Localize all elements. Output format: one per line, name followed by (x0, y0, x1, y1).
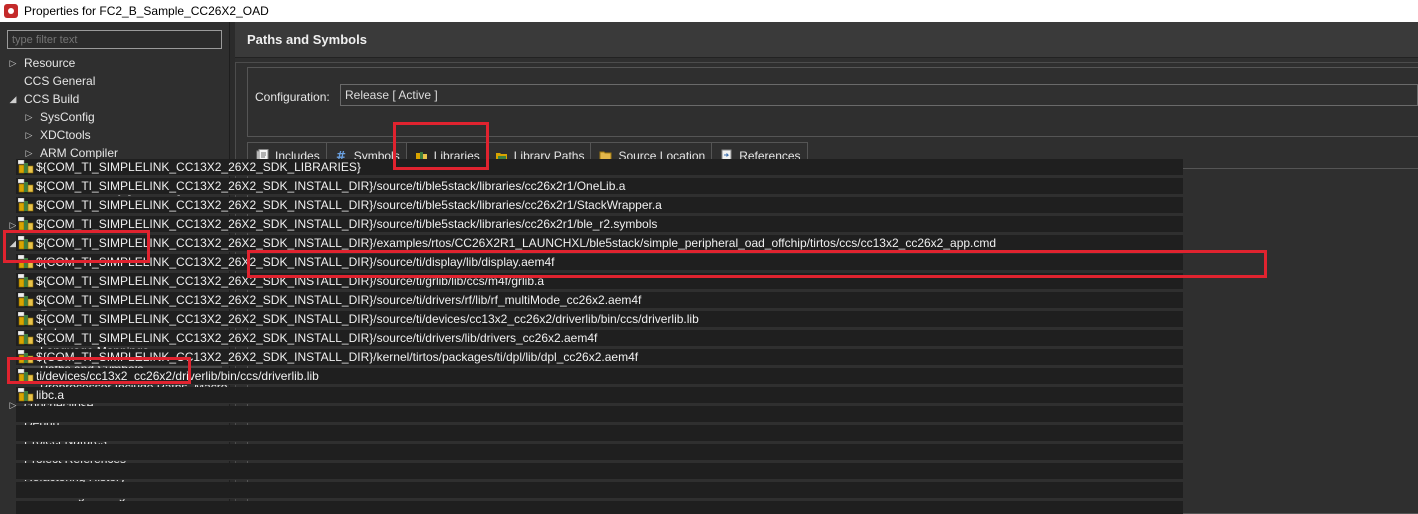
library-path: ${COM_TI_SIMPLELINK_CC13X2_26X2_SDK_LIBR… (36, 160, 361, 174)
library-icon (17, 216, 34, 231)
library-icon (17, 254, 34, 269)
library-row[interactable]: ${COM_TI_SIMPLELINK_CC13X2_26X2_SDK_INST… (16, 216, 1183, 233)
window-titlebar: Properties for FC2_B_Sample_CC26X2_OAD (0, 0, 1418, 22)
library-row[interactable]: ${COM_TI_SIMPLELINK_CC13X2_26X2_SDK_LIBR… (16, 159, 1183, 176)
tree-item-label: XDCtools (40, 128, 91, 142)
library-icon (17, 273, 34, 288)
library-row[interactable]: ${COM_TI_SIMPLELINK_CC13X2_26X2_SDK_INST… (16, 197, 1183, 214)
library-row[interactable]: ${COM_TI_SIMPLELINK_CC13X2_26X2_SDK_INST… (16, 330, 1183, 347)
tree-item-resource[interactable]: ▷ Resource (6, 54, 76, 72)
library-icon (17, 387, 34, 402)
library-icon (17, 368, 34, 383)
tree-item-label: CCS Build (24, 92, 80, 106)
empty-row (16, 482, 1183, 499)
library-row[interactable]: libc.a (16, 387, 1183, 404)
library-row[interactable]: ${COM_TI_SIMPLELINK_CC13X2_26X2_SDK_INST… (16, 292, 1183, 309)
library-icon (17, 197, 34, 212)
tree-item-label: SysConfig (40, 110, 95, 124)
library-icon (17, 311, 34, 326)
library-icon (17, 349, 34, 364)
library-icon (17, 235, 34, 250)
library-path: ${COM_TI_SIMPLELINK_CC13X2_26X2_SDK_INST… (36, 179, 626, 193)
tree-item-sysconfig[interactable]: ▷ SysConfig (22, 108, 95, 126)
expand-twisty-icon[interactable]: ▷ (22, 130, 36, 141)
library-icon (17, 292, 34, 307)
empty-row (16, 463, 1183, 480)
library-path: ${COM_TI_SIMPLELINK_CC13X2_26X2_SDK_INST… (36, 350, 639, 364)
window-title: Properties for FC2_B_Sample_CC26X2_OAD (24, 4, 269, 18)
tree-item-label: ARM Compiler (40, 146, 119, 160)
library-path: ti/devices/cc13x2_cc26x2/driverlib/bin/c… (36, 369, 319, 383)
configuration-label: Configuration: (255, 90, 330, 104)
expand-twisty-icon[interactable]: ▷ (6, 58, 20, 69)
library-path: ${COM_TI_SIMPLELINK_CC13X2_26X2_SDK_INST… (36, 293, 642, 307)
library-path: ${COM_TI_SIMPLELINK_CC13X2_26X2_SDK_INST… (36, 198, 662, 212)
library-path: ${COM_TI_SIMPLELINK_CC13X2_26X2_SDK_INST… (36, 217, 658, 231)
library-path: ${COM_TI_SIMPLELINK_CC13X2_26X2_SDK_INST… (36, 255, 555, 269)
library-row[interactable]: ti/devices/cc13x2_cc26x2/driverlib/bin/c… (16, 368, 1183, 385)
configuration-select[interactable]: Release [ Active ] (340, 84, 1418, 106)
tree-item-label: CCS General (24, 74, 96, 88)
tree-item-ccs-general[interactable]: CCS General (6, 72, 95, 90)
library-path: ${COM_TI_SIMPLELINK_CC13X2_26X2_SDK_INST… (36, 274, 545, 288)
expand-twisty-icon[interactable]: ▷ (22, 112, 36, 123)
expand-twisty-icon[interactable]: ▷ (22, 148, 36, 159)
library-row[interactable]: ${COM_TI_SIMPLELINK_CC13X2_26X2_SDK_INST… (16, 178, 1183, 195)
library-icon (17, 159, 34, 174)
library-icon (17, 330, 34, 345)
library-row[interactable]: ${COM_TI_SIMPLELINK_CC13X2_26X2_SDK_INST… (16, 273, 1183, 290)
library-icon (17, 178, 34, 193)
library-path: ${COM_TI_SIMPLELINK_CC13X2_26X2_SDK_INST… (36, 312, 699, 326)
page-title: Paths and Symbols (235, 22, 1418, 58)
empty-row (16, 444, 1183, 461)
empty-row (16, 501, 1183, 514)
library-path: ${COM_TI_SIMPLELINK_CC13X2_26X2_SDK_INST… (36, 236, 997, 250)
library-row[interactable]: ${COM_TI_SIMPLELINK_CC13X2_26X2_SDK_INST… (16, 254, 1183, 271)
library-row[interactable]: ${COM_TI_SIMPLELINK_CC13X2_26X2_SDK_INST… (16, 235, 1183, 252)
tree-item-xdctools[interactable]: ▷ XDCtools (22, 126, 91, 144)
library-path: ${COM_TI_SIMPLELINK_CC13X2_26X2_SDK_INST… (36, 331, 598, 345)
library-row[interactable]: ${COM_TI_SIMPLELINK_CC13X2_26X2_SDK_INST… (16, 311, 1183, 328)
library-row[interactable]: ${COM_TI_SIMPLELINK_CC13X2_26X2_SDK_INST… (16, 349, 1183, 366)
ccs-app-icon (4, 4, 18, 18)
collapse-twisty-icon[interactable]: ◢ (6, 94, 20, 105)
empty-row (16, 406, 1183, 423)
library-path: libc.a (36, 388, 65, 402)
filter-input[interactable] (7, 30, 222, 49)
tree-item-label: Resource (24, 56, 76, 70)
empty-row (16, 425, 1183, 442)
tree-item-ccs-build[interactable]: ◢ CCS Build (6, 90, 80, 108)
